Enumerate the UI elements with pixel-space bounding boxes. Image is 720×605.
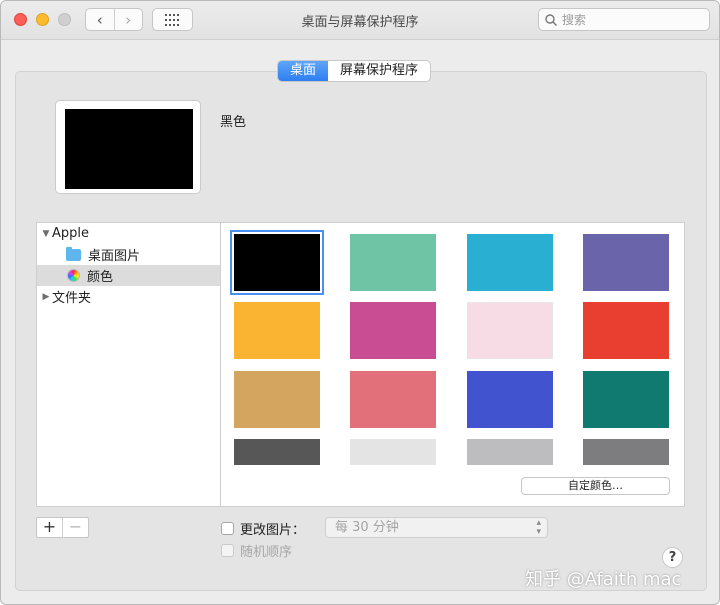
- color-swatch[interactable]: [234, 302, 320, 359]
- folder-icon: [66, 246, 81, 261]
- disclosure-expanded-icon[interactable]: ▼: [40, 229, 52, 239]
- tab-screen-saver[interactable]: 屏幕保护程序: [328, 61, 430, 81]
- sidebar-item-label: Apple: [52, 226, 90, 241]
- disclosure-collapsed-icon[interactable]: ▶: [40, 292, 52, 302]
- color-swatch[interactable]: [467, 439, 553, 465]
- color-swatch[interactable]: [467, 234, 553, 291]
- add-remove-control: + −: [36, 517, 89, 538]
- search-icon: [545, 13, 557, 26]
- color-swatch[interactable]: [583, 302, 669, 359]
- color-swatch[interactable]: [583, 371, 669, 428]
- color-swatch[interactable]: [467, 371, 553, 428]
- color-swatch[interactable]: [234, 439, 320, 465]
- sidebar-item-colors[interactable]: 颜色: [37, 265, 220, 286]
- color-swatch[interactable]: [230, 230, 324, 295]
- color-swatch[interactable]: [350, 234, 436, 291]
- sidebar-item-label: 桌面图片: [88, 249, 141, 264]
- source-list: ▼ Apple 桌面图片 颜色 ▶ 文件夹: [36, 222, 221, 507]
- search-placeholder: 搜索: [562, 13, 587, 27]
- desktop-preview-image: [65, 109, 193, 189]
- updown-chevron-icon: ▴ ▾: [536, 518, 541, 537]
- tab-bar: 桌面 屏幕保护程序: [277, 60, 432, 82]
- custom-color-button[interactable]: 自定颜色…: [521, 477, 670, 495]
- change-interval-value: 每 30 分钟: [335, 520, 399, 535]
- random-order-checkbox[interactable]: [221, 544, 234, 557]
- change-picture-checkbox[interactable]: [221, 522, 234, 535]
- change-interval-popup[interactable]: 每 30 分钟 ▴ ▾: [325, 517, 548, 538]
- search-field[interactable]: 搜索: [538, 8, 710, 31]
- tab-desktop[interactable]: 桌面: [278, 61, 329, 81]
- sidebar-item-folders[interactable]: ▶ 文件夹: [37, 286, 220, 307]
- change-picture-label: 更改图片：: [240, 523, 306, 538]
- desktop-preview: [55, 100, 201, 194]
- color-swatch-grid: [221, 222, 685, 507]
- color-swatch[interactable]: [583, 234, 669, 291]
- sidebar-item-label: 文件夹: [52, 291, 92, 306]
- sidebar-item-apple[interactable]: ▼ Apple: [37, 223, 220, 244]
- color-swatch[interactable]: [583, 439, 669, 465]
- title-bar: ‹ › 桌面与屏幕保护程序 搜索: [1, 1, 719, 40]
- add-folder-button[interactable]: +: [37, 518, 62, 537]
- watermark: 知乎 @Afaith mac: [525, 569, 682, 590]
- color-swatch[interactable]: [234, 371, 320, 428]
- sidebar-item-label: 颜色: [87, 270, 114, 285]
- color-swatch[interactable]: [467, 302, 553, 359]
- remove-folder-button[interactable]: −: [62, 518, 88, 537]
- current-color-name: 黑色: [220, 115, 247, 130]
- color-swatch[interactable]: [350, 371, 436, 428]
- color-wheel-icon: [67, 269, 80, 282]
- sidebar-item-desktop-pictures[interactable]: 桌面图片: [37, 244, 220, 265]
- color-swatch[interactable]: [350, 439, 436, 465]
- preferences-window: ‹ › 桌面与屏幕保护程序 搜索 桌面 屏幕保护程序 黑色 ▼ Apple 桌面…: [0, 0, 720, 605]
- random-order-label: 随机顺序: [240, 545, 293, 560]
- color-swatch[interactable]: [350, 302, 436, 359]
